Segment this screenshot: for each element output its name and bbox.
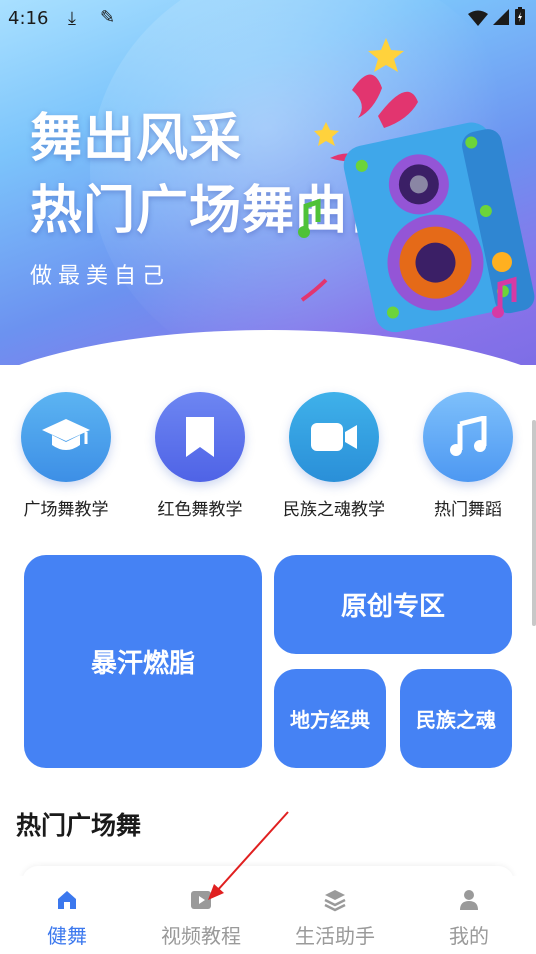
- video-camera-icon: [311, 423, 357, 451]
- tile-ethnic-soul[interactable]: 民族之魂: [400, 669, 512, 768]
- bottom-nav: 健舞 视频教程 生活助手 我的: [0, 876, 536, 954]
- nav-item-home[interactable]: 健舞: [0, 886, 134, 949]
- signal-icon: [493, 9, 509, 25]
- hero-banner[interactable]: 舞出风采 热门广场舞曲目 做最美自己: [0, 0, 536, 365]
- nav-label: 健舞: [47, 924, 87, 948]
- section-title-popular-square-dance: 热门广场舞: [16, 811, 142, 840]
- banner-subtitle: 做最美自己: [30, 264, 171, 289]
- category-label: 民族之魂教学: [283, 500, 385, 520]
- layers-icon: [324, 890, 346, 912]
- category-label: 热门舞蹈: [434, 500, 502, 520]
- category-red-dance-teaching[interactable]: 红色舞教学: [140, 392, 260, 520]
- category-popular-dance[interactable]: 热门舞蹈: [408, 392, 528, 520]
- home-icon: [58, 891, 76, 909]
- nav-item-video-tutorials[interactable]: 视频教程: [134, 886, 268, 949]
- bookmark-icon: [186, 417, 214, 457]
- music-note-icon: [450, 416, 487, 456]
- tile-original-zone[interactable]: 原创专区: [274, 555, 512, 654]
- user-icon: [460, 890, 478, 910]
- nav-item-mine[interactable]: 我的: [402, 886, 536, 949]
- category-square-dance-teaching[interactable]: 广场舞教学: [6, 392, 126, 520]
- tile-sweat-fat-burn[interactable]: 暴汗燃脂: [24, 555, 262, 768]
- category-icon-circle: [155, 392, 245, 482]
- speaker-illustration: [298, 38, 535, 333]
- broom-icon: ✎: [100, 7, 116, 28]
- category-label: 广场舞教学: [23, 500, 109, 520]
- tile-local-classics[interactable]: 地方经典: [274, 669, 386, 768]
- nav-item-life-assistant[interactable]: 生活助手: [268, 886, 402, 949]
- category-icon-circle: [289, 392, 379, 482]
- status-bar: 4:16 ⤓ ✎: [0, 0, 536, 36]
- banner-title-line1: 舞出风采: [30, 109, 243, 169]
- download-icon: ⤓: [68, 8, 76, 29]
- category-icon-circle: [21, 392, 111, 482]
- category-icon-circle: [423, 392, 513, 482]
- nav-label: 我的: [449, 924, 489, 948]
- scrollbar[interactable]: [532, 420, 536, 626]
- nav-label: 生活助手: [295, 924, 375, 948]
- battery-icon: [515, 7, 525, 25]
- graduation-cap-icon: [42, 419, 90, 450]
- nav-label: 视频教程: [161, 924, 241, 948]
- category-label: 红色舞教学: [157, 500, 243, 520]
- play-video-icon: [191, 891, 211, 909]
- status-time: 4:16: [8, 8, 49, 29]
- category-ethnic-soul-teaching[interactable]: 民族之魂教学: [274, 392, 394, 520]
- wifi-icon: [468, 10, 488, 26]
